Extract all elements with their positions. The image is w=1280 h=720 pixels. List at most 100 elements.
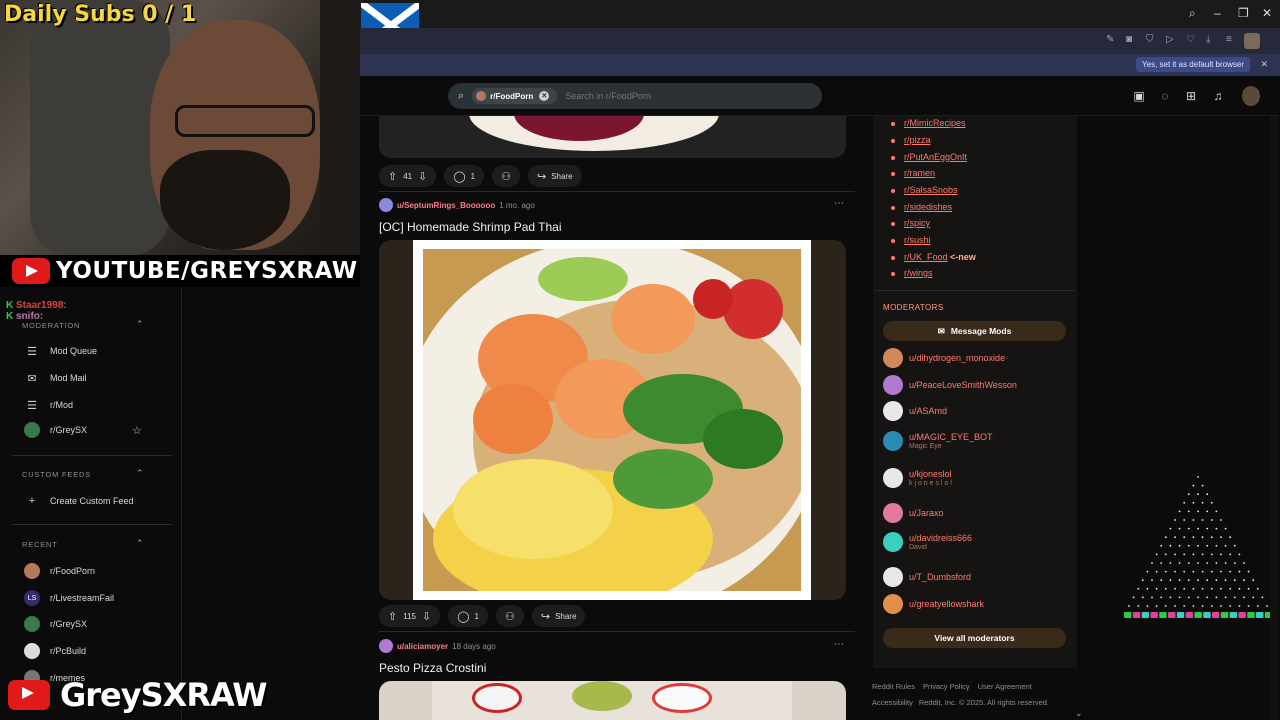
plinko-peg bbox=[1174, 587, 1176, 590]
moderator-item[interactable]: u/T_Dumbsford bbox=[883, 567, 971, 587]
subreddit-link[interactable]: r/MimicRecipes bbox=[904, 118, 966, 128]
share-button[interactable]: ↪ Share bbox=[527, 165, 582, 187]
plinko-peg bbox=[1192, 501, 1195, 504]
plinko-peg bbox=[1197, 579, 1199, 582]
post-title[interactable]: Pesto Pizza Crostini bbox=[379, 661, 486, 675]
moderator-item[interactable]: u/kjoneslol k j o n e s l o l bbox=[883, 468, 952, 488]
notification-icon[interactable]: ♫ bbox=[1210, 88, 1226, 104]
view-all-moderators-button[interactable]: View all moderators bbox=[883, 628, 1066, 648]
moderator-item[interactable]: u/ASAmd bbox=[883, 401, 947, 421]
more-options-icon[interactable]: ⋯ bbox=[834, 639, 844, 650]
heart-icon[interactable]: ♡ bbox=[1186, 34, 1195, 45]
subreddit-link[interactable]: r/pizza bbox=[904, 135, 931, 145]
search-bar[interactable]: ⌕ r/FoodPorn × bbox=[448, 83, 822, 109]
post-image[interactable] bbox=[379, 116, 846, 158]
upvote-icon[interactable]: ⇧ bbox=[388, 170, 397, 183]
menu-icon[interactable]: ≡ bbox=[1226, 34, 1232, 45]
footer-link-rules[interactable]: Reddit Rules bbox=[872, 682, 915, 691]
upvote-icon[interactable]: ⇧ bbox=[388, 610, 397, 623]
more-options-icon[interactable]: ⋯ bbox=[834, 198, 844, 209]
sidebar-item-mod-queue[interactable]: ☰ Mod Queue bbox=[24, 343, 97, 359]
subreddit-link[interactable]: r/sushi bbox=[904, 235, 931, 245]
subreddit-link[interactable]: r/sidedishes bbox=[904, 202, 952, 212]
restore-icon[interactable]: ❐ bbox=[1238, 6, 1249, 20]
create-post-icon[interactable]: ⊞ bbox=[1183, 88, 1199, 104]
award-button[interactable]: ⚇ bbox=[492, 165, 520, 187]
shield-icon[interactable]: ⛉ bbox=[1146, 34, 1154, 45]
close-window-icon[interactable]: ✕ bbox=[1262, 6, 1272, 20]
search-icon[interactable]: ⌕ bbox=[1189, 6, 1196, 21]
chevron-up-icon[interactable]: ⌃ bbox=[136, 468, 144, 479]
ads-icon[interactable]: ▣ bbox=[1131, 88, 1147, 104]
chat-icon[interactable]: ◌ bbox=[1157, 88, 1173, 104]
sidebar-item-r-greysx[interactable]: r/GreySX bbox=[24, 422, 87, 438]
sidebar-item-greysx[interactable]: r/GreySX bbox=[24, 616, 87, 632]
clear-chip-icon[interactable]: × bbox=[539, 91, 550, 101]
post-title[interactable]: [OC] Homemade Shrimp Pad Thai bbox=[379, 220, 562, 234]
plinko-peg bbox=[1215, 596, 1218, 599]
create-custom-feed-button[interactable]: + Create Custom Feed bbox=[24, 493, 134, 509]
post-image[interactable] bbox=[379, 681, 846, 720]
message-mods-button[interactable]: ✉ Message Mods bbox=[883, 321, 1066, 341]
comments-button[interactable]: ◯ 1 bbox=[444, 165, 485, 187]
vote-control[interactable]: ⇧ 41 ⇩ bbox=[379, 165, 437, 187]
download-icon[interactable]: ⤓ bbox=[1206, 34, 1210, 45]
webcam-beard bbox=[160, 150, 290, 250]
chevron-up-icon[interactable]: ⌃ bbox=[136, 538, 144, 549]
downvote-icon[interactable]: ⇩ bbox=[422, 610, 431, 623]
moderator-item[interactable]: u/greatyellowshark bbox=[883, 594, 984, 614]
user-avatar[interactable] bbox=[379, 198, 393, 212]
plinko-bucket bbox=[1194, 612, 1202, 618]
chevron-up-icon[interactable]: ⌃ bbox=[136, 319, 144, 330]
moderator-item[interactable]: u/dihydrogen_monoxide bbox=[883, 348, 1005, 368]
sidebar-item-livestreamfail[interactable]: LS r/LivestreamFail bbox=[24, 590, 114, 606]
sidebar-item-foodporn[interactable]: r/FoodPorn bbox=[24, 563, 95, 579]
moderator-avatar bbox=[883, 468, 903, 488]
edit-icon[interactable]: ✎ bbox=[1106, 34, 1114, 45]
scrollbar[interactable] bbox=[1270, 116, 1278, 720]
moderator-item[interactable]: u/MAGIC_EYE_BOT Magic Eye bbox=[883, 431, 993, 451]
downvote-icon[interactable]: ⇩ bbox=[418, 170, 427, 183]
moderator-item[interactable]: u/Jaraxo bbox=[883, 503, 944, 523]
plinko-peg bbox=[1164, 536, 1167, 539]
sidebar-item-label: r/LivestreamFail bbox=[50, 593, 115, 603]
camera-icon[interactable]: ◙ bbox=[1126, 34, 1132, 45]
star-icon[interactable]: ☆ bbox=[132, 424, 142, 437]
user-avatar[interactable] bbox=[379, 639, 393, 653]
post-author[interactable]: u/SeptumRings_Boooooo bbox=[397, 201, 495, 210]
subreddit-link[interactable]: r/ramen bbox=[904, 168, 935, 178]
post-author[interactable]: u/aliciamoyer bbox=[397, 642, 448, 651]
vote-control[interactable]: ⇧ 115 ⇩ bbox=[379, 605, 441, 627]
plinko-peg bbox=[1164, 553, 1167, 556]
subreddit-link[interactable]: r/PutAnEggOnIt bbox=[904, 152, 967, 162]
post-image[interactable] bbox=[379, 240, 846, 600]
user-avatar[interactable] bbox=[1242, 86, 1260, 106]
close-icon[interactable]: ✕ bbox=[1260, 59, 1268, 70]
play-icon[interactable]: ▷ bbox=[1166, 34, 1174, 45]
comment-icon: ◯ bbox=[457, 610, 470, 623]
sidebar-item-mod-mail[interactable]: ✉ Mod Mail bbox=[24, 370, 86, 386]
footer-link-privacy[interactable]: Privacy Policy bbox=[923, 682, 970, 691]
footer-link-agreement[interactable]: User Agreement bbox=[978, 682, 1032, 691]
minimize-icon[interactable]: – bbox=[1214, 6, 1221, 20]
footer-link-accessibility[interactable]: Accessibility bbox=[872, 698, 913, 707]
subreddit-link[interactable]: r/spicy bbox=[904, 218, 930, 228]
plinko-peg bbox=[1197, 493, 1199, 496]
sidebar-item-r-mod[interactable]: ☰ r/Mod bbox=[24, 397, 73, 413]
subreddit-link[interactable]: r/SalsaSnobs bbox=[904, 185, 958, 195]
comments-button[interactable]: ◯ 1 bbox=[448, 605, 488, 627]
moderator-flair: k j o n e s l o l bbox=[909, 480, 952, 487]
moderator-item[interactable]: u/davidreiss666 David bbox=[883, 532, 972, 552]
set-default-browser-button[interactable]: Yes, set it as default browser bbox=[1136, 57, 1250, 72]
moderator-item[interactable]: u/PeaceLoveSmithWesson bbox=[883, 375, 1017, 395]
chevron-down-icon[interactable]: ⌄ bbox=[1075, 708, 1083, 719]
moderator-avatar bbox=[883, 532, 903, 552]
search-input[interactable] bbox=[565, 91, 766, 101]
profile-avatar[interactable] bbox=[1244, 33, 1260, 49]
subreddit-chip[interactable]: r/FoodPorn × bbox=[472, 88, 558, 104]
subreddit-link[interactable]: r/wings bbox=[904, 268, 933, 278]
subreddit-link[interactable]: r/UK_Food bbox=[904, 252, 948, 262]
award-button[interactable]: ⚇ bbox=[495, 605, 524, 627]
share-button[interactable]: ↪ Share bbox=[531, 605, 586, 627]
sidebar-item-pcbuild[interactable]: r/PcBuild bbox=[24, 643, 86, 659]
